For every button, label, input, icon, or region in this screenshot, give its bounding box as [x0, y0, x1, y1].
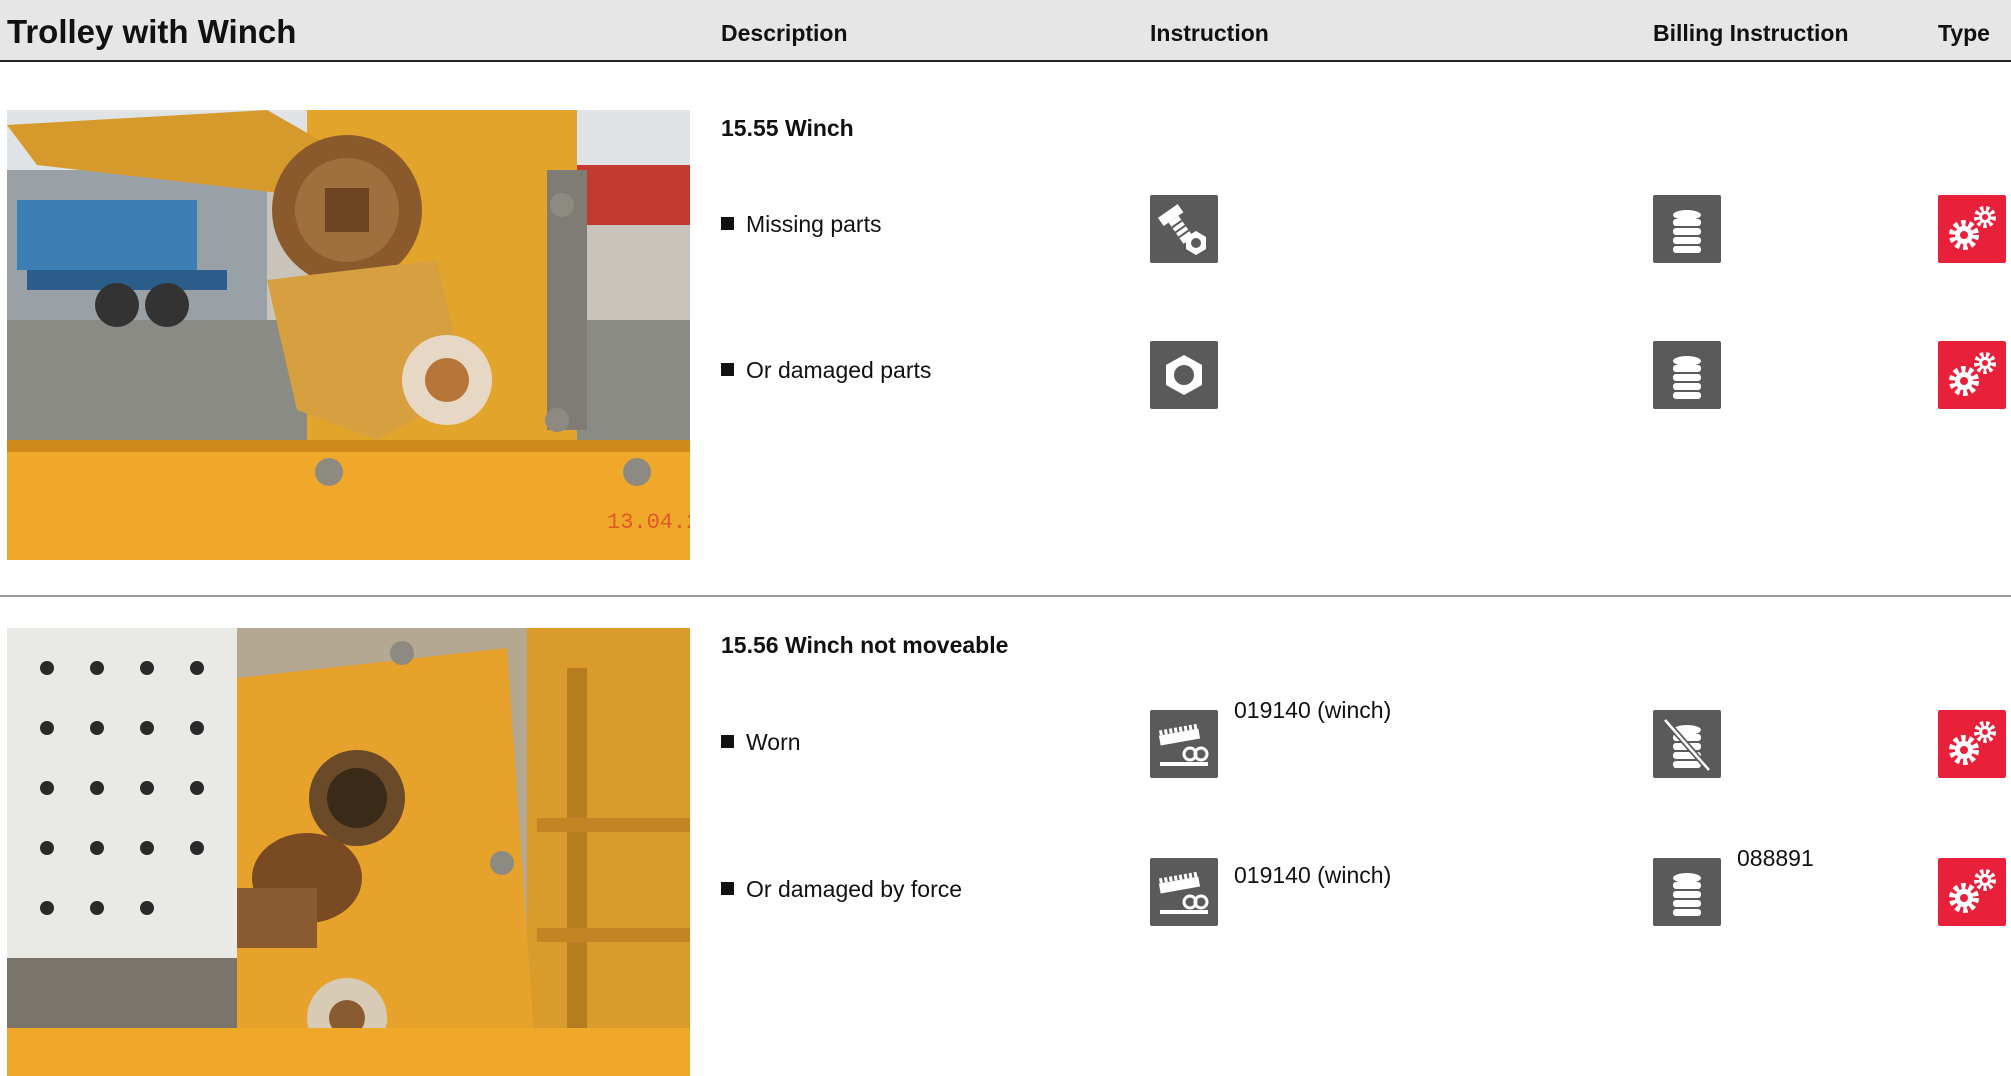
table-header: Trolley with Winch Description Instructi… [0, 0, 2011, 62]
list-item: Or damaged by force [721, 876, 962, 903]
section-title-winch-not-moveable: 15.56 Winch not moveable [721, 632, 1009, 658]
bullet-icon [721, 363, 734, 376]
column-header-type: Type [1938, 20, 1990, 46]
replace-part-icon [1150, 710, 1218, 778]
bullet-icon [721, 882, 734, 895]
item-label: Missing parts [746, 211, 882, 237]
page-title: Trolley with Winch [7, 13, 297, 50]
replace-part-icon [1150, 858, 1218, 926]
item-label: Or damaged by force [746, 876, 963, 902]
instruction-code: 019140 (winch) [1234, 862, 1392, 888]
column-header-description: Description [721, 20, 848, 46]
gears-icon [1938, 858, 2006, 926]
bullet-icon [721, 217, 734, 230]
gears-icon [1938, 710, 2006, 778]
column-header-instruction: Instruction [1150, 20, 1269, 46]
photo-date-stamp: 13.04.2 [607, 510, 690, 535]
item-label: Or damaged parts [746, 357, 932, 383]
coin-stack-icon [1653, 858, 1721, 926]
list-item: Worn [721, 729, 801, 756]
list-item: Missing parts [721, 211, 881, 238]
column-header-billing: Billing Instruction [1653, 20, 1849, 46]
winch-photo: 13.04.2 [7, 110, 690, 560]
hex-nut-icon [1150, 341, 1218, 409]
coin-stack-icon [1653, 195, 1721, 263]
winch-not-moveable-photo [7, 628, 690, 1076]
gears-icon [1938, 195, 2006, 263]
no-charge-coin-icon [1653, 710, 1721, 778]
section-title-winch: 15.55 Winch [721, 115, 854, 141]
list-item: Or damaged parts [721, 357, 931, 384]
section-divider [0, 595, 2011, 597]
coin-stack-icon [1653, 341, 1721, 409]
bolt-and-nut-icon [1150, 195, 1218, 263]
gears-icon [1938, 341, 2006, 409]
item-label: Worn [746, 729, 801, 755]
instruction-code: 019140 (winch) [1234, 697, 1392, 723]
billing-code: 088891 [1737, 845, 1814, 871]
bullet-icon [721, 735, 734, 748]
